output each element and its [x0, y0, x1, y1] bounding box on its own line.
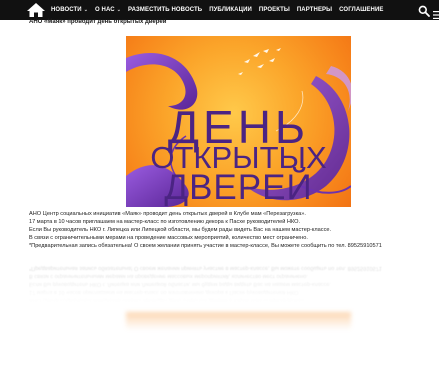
nav-item-label: ПАРТНЕРЫ: [296, 7, 333, 13]
article-title[interactable]: АНО «Маяк» проводит день открытых дверей: [29, 19, 166, 25]
home-icon: [27, 3, 45, 17]
article-paragraph: В связи с ограничительными мерами на про…: [29, 235, 308, 241]
nav-item-5[interactable]: ПАРТНЕРЫ: [297, 7, 332, 13]
article-paragraph: Если Вы руководитель НКО г. Липецка или …: [29, 227, 332, 233]
reflection-line: Если Вы руководитель НКО г. Липецка или …: [29, 281, 332, 287]
search-icon: [418, 5, 430, 17]
nav-item-4[interactable]: ПРОЕКТЫ: [259, 7, 290, 13]
nav-item-label: ПРОЕКТЫ: [258, 7, 290, 13]
open-day-poster: ДЕНЬ ОТКРЫТЫХ ДВЕРЕЙ: [126, 36, 351, 207]
nav-item-3[interactable]: ПУБЛИКАЦИИ: [209, 7, 252, 13]
main-menu: НОВОСТИ ⌄ О НАС ⌄ РАЗМЕСТИТЬ НОВОСТЬ ПУБЛИКАЦ…: [51, 0, 390, 20]
chevron-down-icon: ⌄: [83, 7, 89, 13]
nav-item-0[interactable]: НОВОСТИ ⌄: [51, 7, 88, 13]
poster-line-3: ДВЕРЕЙ: [164, 168, 313, 207]
nav-item-1[interactable]: О НАС ⌄: [95, 7, 121, 13]
home-button[interactable]: [26, 1, 46, 19]
reflection-line: АНО Центр социальных инициатив «Маяк» пр…: [29, 297, 306, 303]
nav-item-label: НОВОСТИ: [51, 7, 82, 13]
poster-reflection: [126, 312, 351, 330]
article-reflection: АНО Центр социальных инициатив «Маяк» пр…: [29, 262, 439, 304]
top-navigation-bar: НОВОСТИ ⌄ О НАС ⌄ РАЗМЕСТИТЬ НОВОСТЬ ПУБЛИКАЦ…: [0, 0, 439, 20]
reflection-line: *Предварительная запись обязательна! О с…: [29, 265, 382, 271]
nav-item-2[interactable]: РАЗМЕСТИТЬ НОВОСТЬ: [128, 7, 202, 13]
chevron-down-icon: ⌄: [116, 7, 121, 13]
nav-item-6[interactable]: СОГЛАШЕНИЕ: [339, 7, 383, 13]
nav-item-label: РАЗМЕСТИТЬ НОВОСТЬ: [128, 7, 203, 13]
nav-item-label: СОГЛАШЕНИЕ: [339, 7, 384, 13]
nav-item-label: ПУБЛИКАЦИИ: [209, 7, 252, 13]
article-paragraph: *Предварительная запись обязательна! О с…: [29, 243, 382, 249]
search-button[interactable]: [418, 4, 430, 17]
article-body: АНО Центр социальных инициатив «Маяк» пр…: [29, 210, 439, 250]
nav-item-label: О НАС: [95, 7, 115, 13]
menu-button[interactable]: [433, 6, 439, 19]
menu-icon: [433, 11, 439, 19]
article-paragraph: 17 марта в 10 часов приглашаем на мастер…: [29, 219, 301, 225]
reflection-line: В связи с ограничительными мерами на про…: [29, 273, 308, 279]
reflection-line: 17 марта в 10 часов приглашаем на мастер…: [29, 289, 301, 295]
article-paragraph: АНО Центр социальных инициатив «Маяк» пр…: [29, 211, 306, 217]
